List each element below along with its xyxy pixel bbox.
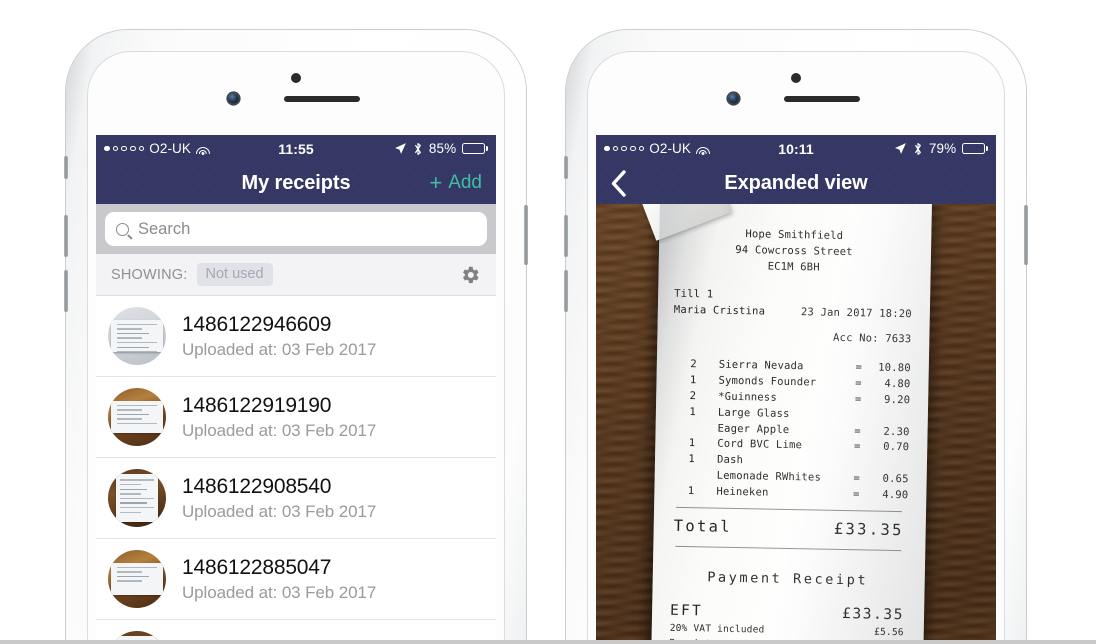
earpiece-speaker-icon <box>784 96 860 102</box>
list-item[interactable]: 1486122919190 Uploaded at: 03 Feb 2017 <box>96 376 496 457</box>
search-input[interactable]: Search <box>105 212 487 246</box>
receipt-paper: Hope Smithfield 94 Cowcross Street EC1M … <box>645 204 933 644</box>
receipt-uploaded-at: Uploaded at: 03 Feb 2017 <box>182 421 377 441</box>
earpiece-speaker-icon <box>284 96 360 102</box>
receipt-total-row: Total £33.35 <box>669 515 907 543</box>
volume-up-button[interactable] <box>564 215 568 257</box>
search-bar-container: Search <box>96 204 496 254</box>
page-title: Expanded view <box>724 171 868 194</box>
front-camera-icon <box>728 93 739 104</box>
receipt-thumbnail <box>108 307 166 365</box>
payment-method: EFT <box>669 603 704 620</box>
battery-percent-label: 79% <box>928 141 957 156</box>
front-camera-icon <box>228 93 239 104</box>
screen-my-receipts: O2-UK 11:55 85% My receipts + Add Search… <box>96 135 496 644</box>
vat-amount: £5.56 <box>873 627 904 639</box>
list-item[interactable]: 1486122885047 Uploaded at: 03 Feb 2017 <box>96 538 496 619</box>
location-arrow-icon <box>394 143 406 154</box>
receipt-thumbnail <box>108 550 166 608</box>
list-item[interactable]: 1486122908540 Uploaded at: 03 Feb 2017 <box>96 457 496 538</box>
phone-device-left: O2-UK 11:55 85% My receipts + Add Search… <box>64 30 528 644</box>
search-icon <box>116 222 129 236</box>
total-amount: £33.35 <box>833 520 904 540</box>
proximity-sensor-icon <box>291 73 301 83</box>
receipts-list: 1486122946609 Uploaded at: 03 Feb 2017 1… <box>96 296 496 644</box>
signal-strength-icon <box>104 145 145 152</box>
wifi-icon <box>696 143 711 155</box>
receipt-content: Hope Smithfield 94 Cowcross Street EC1M … <box>667 226 913 644</box>
navbar-right: Expanded view <box>596 162 996 204</box>
receipt-uploaded-at: Uploaded at: 03 Feb 2017 <box>182 340 377 360</box>
plus-icon: + <box>429 170 443 195</box>
volume-down-button[interactable] <box>564 270 568 312</box>
gear-icon <box>463 266 479 283</box>
payment-row: EFT 20% VAT included Receipt no. 54/4296… <box>667 600 906 644</box>
add-button-label: Add <box>448 172 482 193</box>
screenshot-stage: O2-UK 11:55 85% My receipts + Add Search… <box>0 0 1096 644</box>
wifi-icon <box>196 143 211 155</box>
list-item[interactable]: 1486122946609 Uploaded at: 03 Feb 2017 <box>96 296 496 376</box>
status-bar-left: O2-UK 11:55 85% My receipts + Add <box>96 135 496 204</box>
divider <box>675 545 902 551</box>
phone-bezel-left: O2-UK 11:55 85% My receipts + Add Search… <box>87 51 505 644</box>
filter-row: SHOWING: Not used <box>96 254 496 296</box>
receipt-server: Maria Cristina <box>673 303 766 318</box>
volume-up-button[interactable] <box>64 215 68 257</box>
payment-amount: £33.35 <box>841 606 905 624</box>
add-receipt-button[interactable]: + Add <box>429 172 482 194</box>
navbar-left: My receipts + Add <box>96 162 496 204</box>
receipt-thumbnail <box>108 388 166 446</box>
screenshot-bottom-edge <box>0 640 1096 644</box>
power-button[interactable] <box>524 205 528 265</box>
receipt-line-item: 1 Heineken = 4.90 <box>687 485 909 502</box>
bluetooth-icon <box>914 142 921 155</box>
search-placeholder: Search <box>138 219 191 238</box>
receipt-id: 1486122885047 <box>182 555 332 579</box>
carrier-label: O2-UK <box>649 141 692 156</box>
receipt-uploaded-at: Uploaded at: 03 Feb 2017 <box>182 583 377 603</box>
screen-expanded-view: O2-UK 10:11 79% Expanded view Hope Smith… <box>596 135 996 644</box>
status-bar-right: O2-UK 10:11 79% Expanded view <box>596 135 996 204</box>
carrier-label: O2-UK <box>149 141 192 156</box>
battery-icon <box>462 143 489 154</box>
receipt-photo-viewer[interactable]: Hope Smithfield 94 Cowcross Street EC1M … <box>596 204 996 644</box>
volume-down-button[interactable] <box>64 270 68 312</box>
receipt-id: 1486122919190 <box>182 393 332 417</box>
chevron-left-icon <box>611 169 626 197</box>
silence-switch[interactable] <box>64 156 68 179</box>
signal-strength-icon <box>604 145 645 152</box>
bluetooth-icon <box>414 142 421 155</box>
receipt-datetime: 23 Jan 2017 18:20 <box>800 305 912 321</box>
divider <box>676 507 903 513</box>
silence-switch[interactable] <box>564 156 568 179</box>
phone-bezel-right: O2-UK 10:11 79% Expanded view Hope Smith… <box>587 51 1005 644</box>
power-button[interactable] <box>1024 205 1028 265</box>
filter-chip-not-used[interactable]: Not used <box>196 263 273 286</box>
receipt-uploaded-at: Uploaded at: 03 Feb 2017 <box>182 502 377 522</box>
proximity-sensor-icon <box>791 73 801 83</box>
status-time: 10:11 <box>778 140 814 157</box>
battery-percent-label: 85% <box>428 141 457 156</box>
receipt-id: 1486122908540 <box>182 474 332 498</box>
phone-device-right: O2-UK 10:11 79% Expanded view Hope Smith… <box>564 30 1028 644</box>
back-button[interactable] <box>610 169 627 197</box>
battery-icon <box>962 143 989 154</box>
status-time: 11:55 <box>278 140 314 157</box>
showing-label: SHOWING: <box>111 266 188 283</box>
receipt-thumbnail <box>108 469 166 527</box>
settings-gear-button[interactable] <box>459 264 481 286</box>
receipt-id: 1486122946609 <box>182 312 332 336</box>
location-arrow-icon <box>894 143 906 154</box>
total-label: Total <box>673 517 733 537</box>
